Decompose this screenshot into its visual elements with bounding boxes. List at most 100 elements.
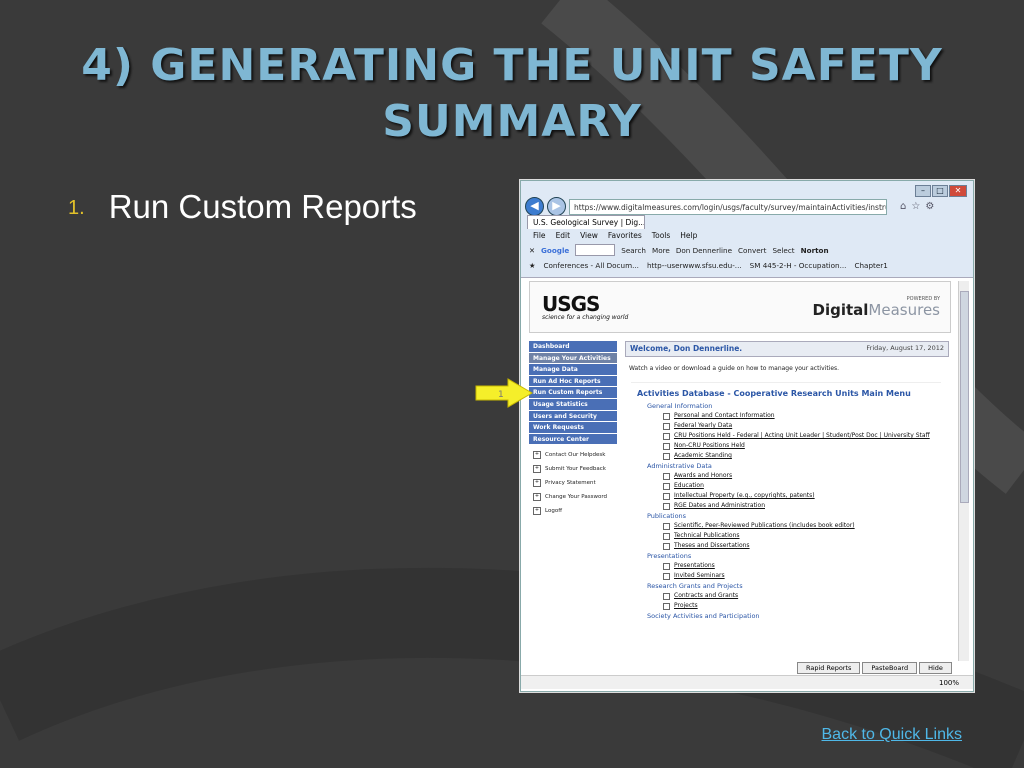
menu-link[interactable]: Presentations bbox=[663, 562, 941, 570]
menu-link[interactable]: Awards and Honors bbox=[663, 472, 941, 480]
menu-link[interactable]: Invited Seminars bbox=[663, 572, 941, 580]
bullet-number: 1. bbox=[68, 197, 85, 219]
menu-favorites[interactable]: Favorites bbox=[608, 231, 642, 240]
menu-tools[interactable]: Tools bbox=[652, 231, 670, 240]
side-link-feedback[interactable]: + Submit Your Feedback bbox=[533, 465, 617, 474]
favorite-link[interactable]: Conferences - All Docum... bbox=[543, 261, 638, 270]
menu-view[interactable]: View bbox=[580, 231, 598, 240]
slide-title: 4) GENERATING THE UNIT SAFETY SUMMARY bbox=[81, 40, 943, 147]
rapid-reports-button[interactable]: Rapid Reports bbox=[797, 662, 861, 674]
google-search-input[interactable] bbox=[575, 244, 616, 256]
norton-button[interactable]: Norton bbox=[801, 246, 829, 255]
menu-edit[interactable]: Edit bbox=[556, 231, 571, 240]
select-button[interactable]: Select bbox=[772, 246, 794, 255]
expand-icon bbox=[663, 533, 670, 540]
menu-link-label: Theses and Dissertations bbox=[674, 542, 750, 549]
menu-link[interactable]: CRU Positions Held - Federal | Acting Un… bbox=[663, 432, 941, 440]
pasteboard-button[interactable]: PasteBoard bbox=[862, 662, 918, 674]
menu-link[interactable]: Projects bbox=[663, 602, 941, 610]
side-link-helpdesk[interactable]: + Contact Our Helpdesk bbox=[533, 451, 617, 460]
side-link-password[interactable]: + Change Your Password bbox=[533, 493, 617, 502]
arrow-label: 1 bbox=[498, 390, 504, 400]
menu-link-label: Invited Seminars bbox=[674, 572, 725, 579]
window-controls: – □ ✕ bbox=[915, 185, 967, 197]
expand-icon bbox=[663, 473, 670, 480]
expand-icon bbox=[663, 413, 670, 420]
sidebar-item-resource-center[interactable]: Resource Center bbox=[529, 433, 617, 446]
dm-brand-bold: Digital bbox=[812, 301, 869, 319]
forward-arrow-icon[interactable]: ▶ bbox=[547, 197, 566, 216]
back-arrow-icon[interactable]: ◀ bbox=[525, 197, 544, 216]
usgs-logo: USGS bbox=[542, 292, 600, 316]
menu-link[interactable]: Academic Standing bbox=[663, 452, 941, 460]
hide-button[interactable]: Hide bbox=[919, 662, 952, 674]
menu-link[interactable]: Federal Yearly Data bbox=[663, 422, 941, 430]
menu-link[interactable]: RGE Dates and Administration bbox=[663, 502, 941, 510]
close-toolbar-icon[interactable]: ✕ bbox=[529, 246, 535, 255]
maximize-icon[interactable]: □ bbox=[932, 185, 948, 197]
sidebar-item-custom-reports[interactable]: Run Custom Reports bbox=[529, 387, 617, 399]
expand-icon bbox=[663, 423, 670, 430]
tab-title: U.S. Geological Survey | Dig... bbox=[533, 218, 645, 227]
menu-link[interactable]: Scientific, Peer-Reviewed Publications (… bbox=[663, 522, 941, 530]
address-bar[interactable]: https://www.digitalmeasures.com/login/us… bbox=[569, 198, 887, 215]
menu-link[interactable]: Theses and Dissertations bbox=[663, 542, 941, 550]
sidebar-item-work-requests[interactable]: Work Requests bbox=[529, 422, 617, 434]
section-heading: General Information bbox=[647, 402, 713, 410]
favorites-star-icon[interactable]: ★ bbox=[529, 261, 535, 270]
menu-bar: File Edit View Favorites Tools Help bbox=[533, 231, 697, 240]
favorite-link[interactable]: Chapter1 bbox=[854, 261, 887, 270]
sidebar-item-ad-hoc-reports[interactable]: Run Ad Hoc Reports bbox=[529, 375, 617, 388]
menu-link-label: Technical Publications bbox=[674, 532, 740, 539]
sidebar-item-usage-statistics[interactable]: Usage Statistics bbox=[529, 398, 617, 411]
scrollbar-thumb[interactable] bbox=[960, 291, 969, 503]
sidebar-item-manage-activities[interactable]: Manage Your Activities bbox=[529, 352, 617, 365]
expand-icon bbox=[663, 593, 670, 600]
zoom-level[interactable]: 100% bbox=[939, 679, 959, 687]
expand-icon bbox=[663, 453, 670, 460]
menu-help[interactable]: Help bbox=[680, 231, 697, 240]
side-link-privacy[interactable]: + Privacy Statement bbox=[533, 479, 617, 488]
favorite-link[interactable]: http--userwww.sfsu.edu-... bbox=[647, 261, 742, 270]
browser-tab[interactable]: U.S. Geological Survey | Dig...✕ bbox=[527, 215, 645, 229]
star-icon[interactable]: ☆ bbox=[911, 201, 920, 212]
menu-file[interactable]: File bbox=[533, 231, 546, 240]
side-link-logoff[interactable]: + Logoff bbox=[533, 507, 617, 516]
more-button[interactable]: More bbox=[652, 246, 670, 255]
menu-link[interactable]: Intellectual Property (e.g., copyrights,… bbox=[663, 492, 941, 500]
menu-link[interactable]: Education bbox=[663, 482, 941, 490]
menu-link-label: Academic Standing bbox=[674, 452, 732, 459]
sidebar-item-dashboard[interactable]: Dashboard bbox=[529, 341, 617, 353]
menu-link[interactable]: Technical Publications bbox=[663, 532, 941, 540]
convert-button[interactable]: Convert bbox=[738, 246, 766, 255]
usgs-tagline: science for a changing world bbox=[542, 314, 629, 321]
menu-link[interactable]: Non-CRU Positions Held bbox=[663, 442, 941, 450]
menu-link-label: Projects bbox=[674, 602, 698, 609]
sidebar-item-users-security[interactable]: Users and Security bbox=[529, 410, 617, 423]
home-icon[interactable]: ⌂ bbox=[900, 201, 906, 212]
expand-icon bbox=[663, 573, 670, 580]
dm-brand-light: Measures bbox=[868, 301, 940, 319]
section-heading: Administrative Data bbox=[647, 462, 712, 470]
expand-icon bbox=[663, 443, 670, 450]
menu-link-label: CRU Positions Held - Federal | Acting Un… bbox=[674, 432, 930, 439]
gear-icon[interactable]: ⚙ bbox=[925, 201, 934, 212]
favorite-link[interactable]: SM 445-2-H - Occupation... bbox=[750, 261, 847, 270]
vertical-scrollbar[interactable] bbox=[958, 281, 969, 661]
close-icon[interactable]: ✕ bbox=[949, 185, 967, 197]
expand-icon: + bbox=[533, 465, 541, 474]
menu-link-label: Federal Yearly Data bbox=[674, 422, 733, 429]
menu-link[interactable]: Personal and Contact Information bbox=[663, 412, 941, 420]
side-link-label: Logoff bbox=[545, 508, 562, 515]
yellow-arrow-icon: 1 bbox=[475, 378, 533, 408]
sidebar-item-manage-data[interactable]: Manage Data bbox=[529, 364, 617, 376]
expand-icon: + bbox=[533, 493, 541, 502]
user-button[interactable]: Don Dennerline bbox=[676, 246, 732, 255]
section-heading: Publications bbox=[647, 512, 687, 520]
minimize-icon[interactable]: – bbox=[915, 185, 931, 197]
menu-link[interactable]: Contracts and Grants bbox=[663, 592, 941, 600]
main-content: Welcome, Don Dennerline. Friday, August … bbox=[625, 341, 949, 622]
search-button[interactable]: Search bbox=[621, 246, 646, 255]
back-to-quick-links-link[interactable]: Back to Quick Links bbox=[822, 726, 963, 744]
expand-icon: + bbox=[533, 507, 541, 516]
